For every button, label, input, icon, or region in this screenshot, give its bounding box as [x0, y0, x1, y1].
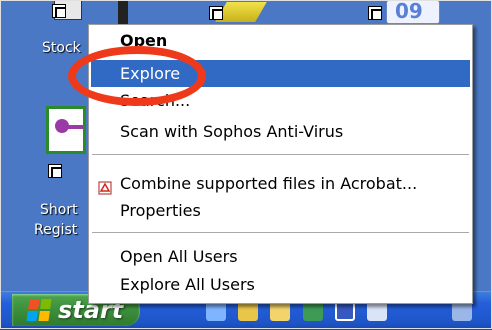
shortcut-arrow-icon — [209, 6, 223, 20]
calendar-badge: 09 — [395, 0, 423, 23]
quicklaunch-extra-icon[interactable] — [452, 301, 472, 321]
shortcut-arrow-icon — [48, 164, 62, 178]
desktop-icon-calendar[interactable]: 09 — [366, 0, 446, 26]
desktop-icon-registry-shortcut[interactable]: Short Regist — [30, 104, 90, 254]
menu-item-combine-acrobat[interactable]: Combine supported files in Acrobat... — [91, 170, 470, 197]
menu-item-search[interactable]: Search... — [91, 87, 470, 114]
desktop-icon-partial[interactable] — [118, 0, 128, 24]
desktop-icon-stock[interactable]: Stock — [40, 0, 92, 62]
menu-item-open-all-users[interactable]: Open All Users — [91, 243, 470, 270]
desktop-icon-label-line1: Short — [40, 202, 78, 218]
quicklaunch-media-icon[interactable] — [238, 301, 258, 321]
menu-item-label: Open — [120, 31, 168, 50]
acrobat-icon — [98, 176, 112, 195]
desktop-icon-label: Stock — [42, 40, 81, 56]
quicklaunch-ie-icon[interactable] — [206, 301, 226, 321]
key-icon — [46, 106, 86, 154]
shortcut-arrow-icon — [368, 6, 382, 20]
menu-item-explore[interactable]: Explore — [91, 60, 470, 87]
menu-item-label: Properties — [120, 201, 201, 220]
menu-item-scan-sophos[interactable]: Scan with Sophos Anti-Virus — [91, 118, 470, 145]
quicklaunch-folder-icon[interactable] — [270, 301, 290, 321]
menu-item-label: Combine supported files in Acrobat... — [120, 174, 418, 193]
windows-logo-icon — [26, 299, 52, 321]
menu-item-label: Explore — [120, 64, 181, 83]
context-menu: Open Explore Search... Scan with Sophos … — [88, 24, 473, 304]
menu-item-open[interactable]: Open — [91, 27, 470, 54]
menu-item-label: Scan with Sophos Anti-Virus — [120, 122, 344, 141]
calendar-icon: 09 — [386, 0, 440, 24]
shortcut-arrow-icon — [52, 4, 66, 18]
quicklaunch-excel-icon[interactable] — [303, 301, 323, 321]
menu-item-properties[interactable]: Properties — [91, 197, 470, 224]
menu-separator — [92, 154, 469, 156]
menu-separator — [92, 232, 469, 234]
desktop-icon-folder[interactable] — [205, 0, 267, 26]
quicklaunch-word-icon[interactable] — [335, 301, 355, 321]
menu-item-explore-all-users[interactable]: Explore All Users — [91, 271, 470, 298]
menu-item-label: Search... — [120, 91, 191, 110]
menu-item-label: Explore All Users — [120, 275, 255, 294]
desktop-icon-label-line2: Regist — [34, 222, 78, 238]
menu-item-label: Open All Users — [120, 247, 238, 266]
quicklaunch-window-icon[interactable] — [367, 301, 387, 321]
